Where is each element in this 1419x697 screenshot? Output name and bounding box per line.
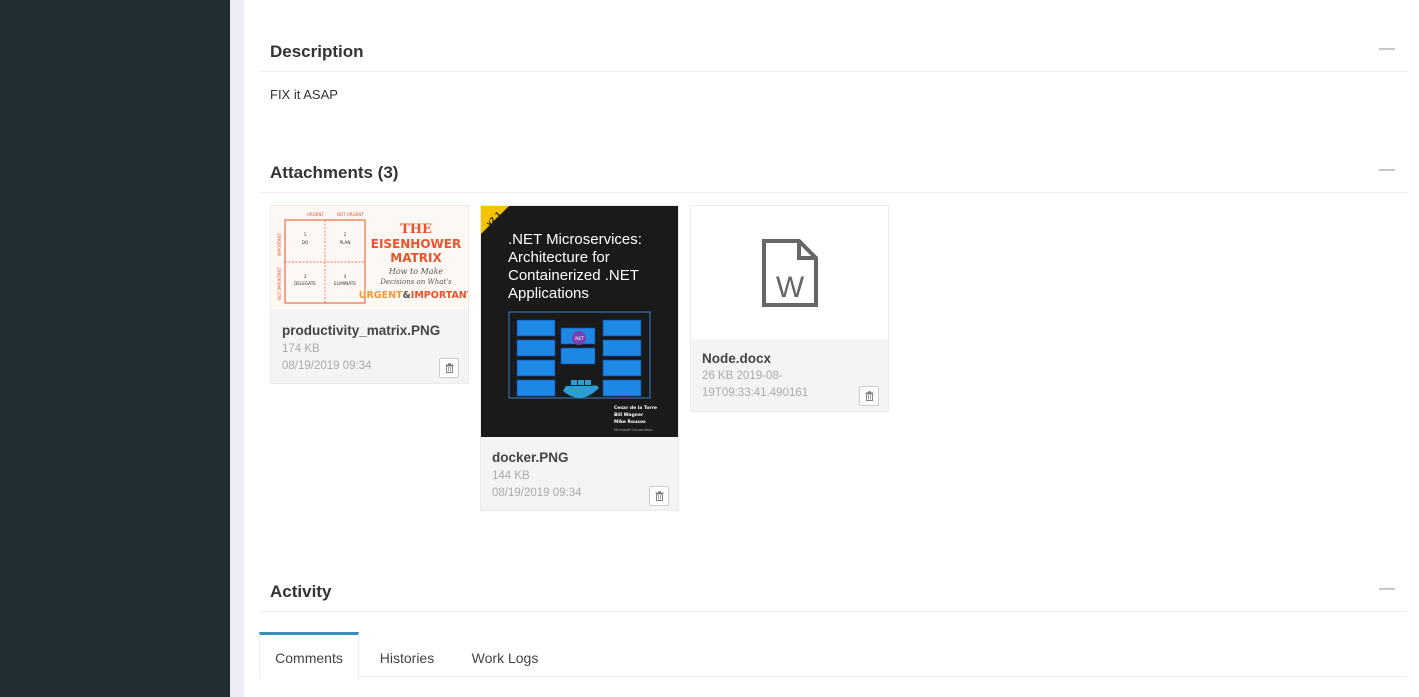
description-text: FIX it ASAP xyxy=(270,87,338,102)
delete-attachment-button[interactable] xyxy=(859,386,879,406)
svg-text:4: 4 xyxy=(344,274,347,279)
svg-text:URGENT: URGENT xyxy=(307,212,324,217)
svg-text:PLAN: PLAN xyxy=(340,240,351,245)
svg-text:DELEGATE: DELEGATE xyxy=(294,281,316,286)
tab-histories[interactable]: Histories xyxy=(367,632,447,677)
minus-icon[interactable]: — xyxy=(1379,161,1395,179)
svg-text:W: W xyxy=(775,271,804,304)
attachment-thumbnail[interactable]: URGENT NOT URGENT IMPORTANT NOT IMPORTAN… xyxy=(271,206,468,309)
attachment-date: 08/19/2019 09:34 xyxy=(492,487,582,499)
tab-work-logs[interactable]: Work Logs xyxy=(459,632,551,677)
svg-text:Applications: Applications xyxy=(508,285,589,302)
attachment-size: 144 KB xyxy=(492,470,530,482)
trash-icon xyxy=(445,363,453,373)
tab-comments[interactable]: Comments xyxy=(259,632,359,678)
svg-text:3: 3 xyxy=(304,274,307,279)
svg-text:Microsoft Corporation: Microsoft Corporation xyxy=(614,428,653,432)
attachment-date: 08/19/2019 09:34 xyxy=(282,360,372,372)
description-title: Description xyxy=(270,42,364,61)
trash-icon xyxy=(655,491,663,501)
svg-text:How to Make: How to Make xyxy=(388,267,444,276)
attachment-thumbnail[interactable]: W xyxy=(691,206,888,339)
svg-text:Mike Rousos: Mike Rousos xyxy=(614,419,646,425)
description-header: Description — xyxy=(259,32,1407,72)
trash-icon xyxy=(865,391,873,401)
sidebar xyxy=(0,0,230,697)
svg-text:Containerized .NET: Containerized .NET xyxy=(508,267,639,284)
minus-icon[interactable]: — xyxy=(1379,40,1395,58)
svg-text:DO: DO xyxy=(302,240,309,245)
attachment-name[interactable]: productivity_matrix.PNG xyxy=(282,323,440,338)
activity-header: Activity — xyxy=(259,572,1407,612)
svg-text:NOT URGENT: NOT URGENT xyxy=(337,212,364,217)
attachments-header: Attachments (3) — xyxy=(259,153,1407,193)
activity-title: Activity xyxy=(270,582,332,601)
attachment-thumbnail[interactable]: v2.1 .NET Microservices: Architecture fo… xyxy=(481,206,678,437)
svg-text:Architecture for: Architecture for xyxy=(508,249,610,266)
svg-text:MATRIX: MATRIX xyxy=(390,251,442,265)
svg-text:EISENHOWER: EISENHOWER xyxy=(371,237,461,251)
eisenhower-matrix-thumbnail: URGENT NOT URGENT IMPORTANT NOT IMPORTAN… xyxy=(271,206,468,309)
word-document-icon: W xyxy=(761,238,818,307)
svg-text:1: 1 xyxy=(304,232,307,237)
main-content: Description — FIX it ASAP Attachments (3… xyxy=(244,0,1419,697)
attachment-name[interactable]: Node.docx xyxy=(702,351,771,366)
attachment-meta: 19T09:33:41.490161 xyxy=(702,387,809,399)
attachment-name[interactable]: docker.PNG xyxy=(492,450,569,465)
svg-text:Cesar de la Torre: Cesar de la Torre xyxy=(614,405,657,411)
attachments-title: Attachments (3) xyxy=(270,163,399,182)
delete-attachment-button[interactable] xyxy=(439,358,459,378)
delete-attachment-button[interactable] xyxy=(649,486,669,506)
attachment-card[interactable]: URGENT NOT URGENT IMPORTANT NOT IMPORTAN… xyxy=(270,205,469,384)
svg-text:NOT IMPORTANT: NOT IMPORTANT xyxy=(277,267,282,300)
svg-text:THE: THE xyxy=(400,222,432,237)
attachment-card[interactable]: W Node.docx 26 KB 2019-08- 19T09:33:41.4… xyxy=(690,205,889,412)
minus-icon[interactable]: — xyxy=(1379,580,1395,598)
svg-text:ELIMINATE: ELIMINATE xyxy=(334,281,356,286)
svg-text:Decisions on What's: Decisions on What's xyxy=(379,278,452,286)
attachment-meta: 26 KB 2019-08- xyxy=(702,370,783,382)
attachment-size: 174 KB xyxy=(282,343,320,355)
svg-text:.NET Microservices:: .NET Microservices: xyxy=(508,231,642,248)
svg-text:URGENT&IMPORTANT: URGENT&IMPORTANT xyxy=(359,290,468,301)
docker-book-cover-thumbnail: v2.1 .NET Microservices: Architecture fo… xyxy=(481,206,678,437)
attachment-card[interactable]: v2.1 .NET Microservices: Architecture fo… xyxy=(480,205,679,511)
sidebar-edge xyxy=(230,0,244,697)
activity-tabs: Comments Histories Work Logs xyxy=(259,632,1407,678)
svg-text:Bill Wagner: Bill Wagner xyxy=(614,412,644,418)
svg-text:2: 2 xyxy=(344,232,347,237)
svg-text:IMPORTANT: IMPORTANT xyxy=(277,232,282,256)
svg-text:.NET: .NET xyxy=(574,336,585,342)
